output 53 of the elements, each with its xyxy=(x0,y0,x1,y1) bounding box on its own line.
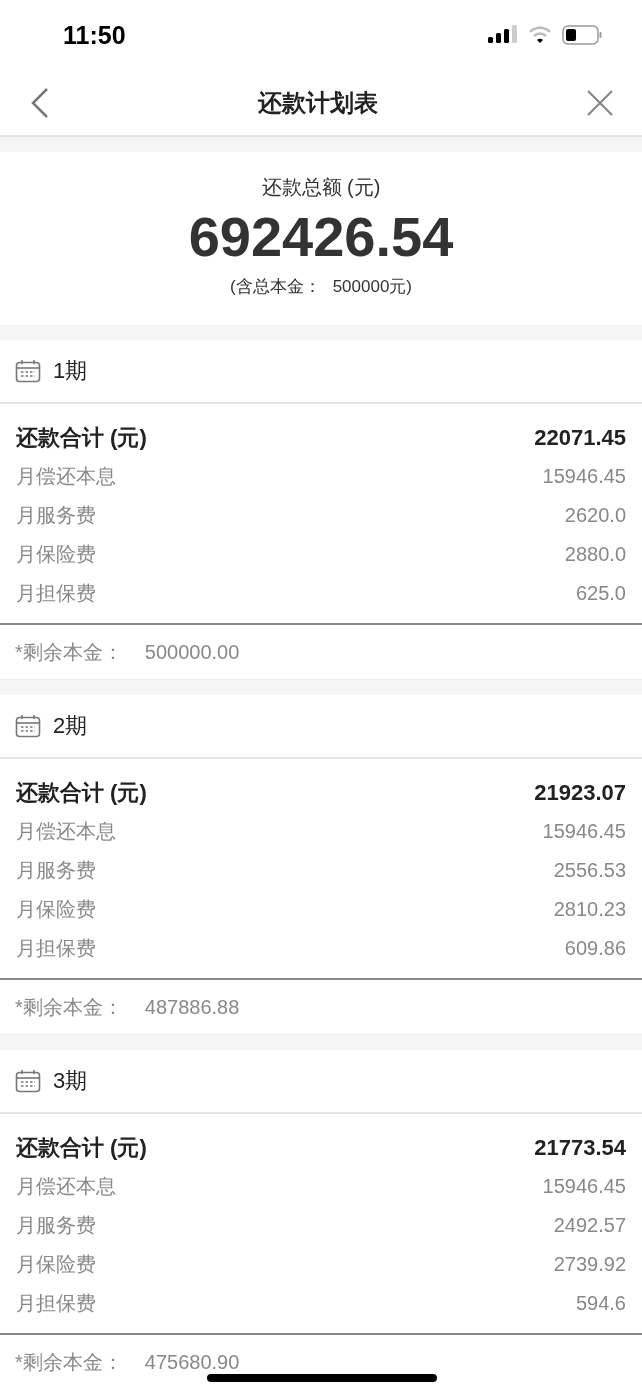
fee-label: 月偿还本息 xyxy=(16,464,116,489)
signal-icon xyxy=(488,25,518,45)
period-total-label: 还款合计 (元) xyxy=(16,1133,147,1162)
period-title: 3期 xyxy=(53,1067,88,1095)
remaining-label: *剩余本金： xyxy=(15,639,123,665)
page-title: 还款计划表 xyxy=(258,87,378,118)
remaining-value: 487886.88 xyxy=(144,995,240,1019)
total-label: 还款总额 (元) xyxy=(261,175,381,200)
fee-value: 15946.45 xyxy=(542,465,626,488)
fee-value: 15946.45 xyxy=(542,1175,626,1198)
fee-value: 2492.57 xyxy=(553,1214,626,1237)
fee-label: 月服务费 xyxy=(16,503,96,528)
fee-label: 月保险费 xyxy=(16,1252,96,1277)
calendar-icon xyxy=(15,1069,41,1093)
wifi-icon xyxy=(528,26,552,44)
fee-value: 2810.23 xyxy=(553,898,626,921)
fee-label: 月服务费 xyxy=(16,1213,96,1238)
battery-icon xyxy=(562,25,602,45)
fee-label: 月保险费 xyxy=(16,542,96,567)
fee-value: 2880.0 xyxy=(564,543,626,566)
fee-label: 月担保费 xyxy=(16,1291,96,1316)
remaining-label: *剩余本金： xyxy=(15,1349,123,1375)
period-total-label: 还款合计 (元) xyxy=(16,778,147,807)
status-time: 11:50 xyxy=(63,20,126,50)
fee-label: 月担保费 xyxy=(16,581,96,606)
period-title: 1期 xyxy=(53,357,88,385)
fee-label: 月担保费 xyxy=(16,936,96,961)
fee-value: 609.86 xyxy=(564,937,626,960)
total-amount: 692426.54 xyxy=(188,205,454,269)
fee-value: 2739.92 xyxy=(553,1253,626,1276)
principal-value: 500000元) xyxy=(332,276,413,298)
fee-value: 594.6 xyxy=(575,1292,626,1315)
period-title: 2期 xyxy=(53,712,88,740)
period-total-value: 21773.54 xyxy=(534,1134,626,1161)
period-total-value: 21923.07 xyxy=(534,779,626,806)
back-icon[interactable] xyxy=(30,86,50,119)
calendar-icon xyxy=(15,714,41,738)
fee-label: 月服务费 xyxy=(16,858,96,883)
period-total-value: 22071.45 xyxy=(534,424,626,451)
fee-value: 2620.0 xyxy=(564,504,626,527)
fee-value: 2556.53 xyxy=(553,859,626,882)
calendar-icon xyxy=(15,359,41,383)
fee-label: 月偿还本息 xyxy=(16,1174,116,1199)
period-total-label: 还款合计 (元) xyxy=(16,423,147,452)
fee-label: 月偿还本息 xyxy=(16,819,116,844)
fee-value: 625.0 xyxy=(575,582,626,605)
remaining-label: *剩余本金： xyxy=(15,994,123,1020)
principal-label: (含总本金： xyxy=(229,276,321,298)
fee-value: 15946.45 xyxy=(542,820,626,843)
fee-label: 月保险费 xyxy=(16,897,96,922)
remaining-value: 500000.00 xyxy=(144,640,240,664)
remaining-value: 475680.90 xyxy=(144,1350,240,1374)
close-icon[interactable] xyxy=(586,88,614,117)
